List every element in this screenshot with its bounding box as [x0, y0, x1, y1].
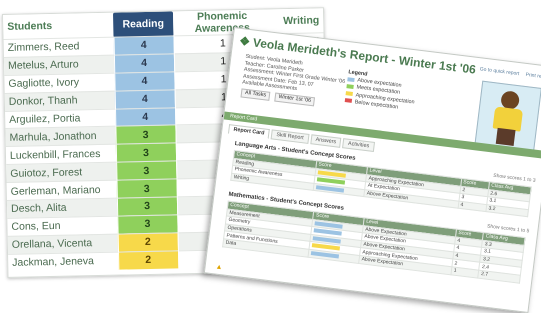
writing-column-header[interactable]: Writing [270, 8, 324, 34]
reading-score: 4 [114, 71, 175, 91]
avatar-legs [495, 127, 516, 146]
reading-score: 4 [113, 35, 174, 56]
student-name[interactable]: Desch, Alita [6, 198, 118, 219]
student-name[interactable]: Orellana, Vicenta [7, 233, 119, 255]
student-name[interactable]: Guiotoz, Forest [6, 162, 117, 183]
student-name[interactable]: Zimmers, Reed [3, 37, 114, 58]
legend-swatch [346, 84, 354, 89]
student-name[interactable]: Marhula, Jonathon [5, 126, 116, 147]
student-name[interactable]: Metelus, Arturo [3, 55, 115, 76]
reading-score: 2 [118, 250, 179, 270]
student-name[interactable]: Donkor, Thanh [4, 90, 116, 112]
reading-score: 4 [114, 89, 175, 109]
report-icon: ❖ [238, 33, 251, 50]
report-actions: Go to quick report Print report [474, 66, 541, 81]
score-bar [311, 251, 340, 259]
reading-score: 3 [116, 179, 177, 199]
print-report-link[interactable]: Print report [525, 72, 541, 81]
all-tasks-button[interactable]: All Tasks [240, 88, 271, 101]
legend-swatch [344, 98, 353, 104]
quick-report-link[interactable]: Go to quick report [479, 66, 519, 77]
math-table: Concept Score Level Score Class Avg Measureme… [222, 201, 526, 284]
tab-activities[interactable]: Activities [342, 138, 375, 152]
warning-icon: ▲ [215, 263, 223, 272]
student-report-card: ❖Veola Merideth's Report - Winter 1st '0… [203, 27, 541, 313]
score-bar [315, 184, 344, 193]
student-name[interactable]: Arguilez, Portia [5, 108, 116, 129]
reading-score: 3 [116, 161, 177, 181]
tab-answers[interactable]: Answers [310, 134, 342, 148]
reading-score: 3 [117, 214, 178, 234]
reading-score: 3 [115, 143, 177, 163]
students-column-header[interactable]: Students [3, 12, 114, 40]
reading-score: 4 [115, 107, 176, 127]
student-name[interactable]: Gerleman, Mariano [6, 180, 117, 201]
report-meta: Student: Veola Merideth Teacher: Carolin… [240, 54, 348, 110]
student-name[interactable]: Luckenbill, Frances [5, 144, 117, 165]
tab-report-card[interactable]: Report Card [227, 124, 270, 140]
reading-score: 3 [116, 196, 178, 217]
legend: Legend Above expectation Meets expectatio… [344, 69, 417, 113]
student-name[interactable]: Jackman, Jeneva [8, 251, 119, 272]
student-avatar [474, 80, 541, 152]
student-name[interactable]: Gagliotte, Ivory [4, 72, 115, 94]
warning-line: ▲ [215, 264, 225, 272]
reading-score: 3 [115, 125, 176, 145]
student-name[interactable]: Cons, Eun [7, 216, 118, 237]
legend-swatch [345, 91, 353, 97]
legend-swatch [347, 77, 355, 82]
reading-score: 4 [113, 53, 175, 73]
reading-score: 2 [117, 232, 178, 252]
reading-column-header[interactable]: Reading [112, 11, 174, 38]
tab-skill-report[interactable]: Skill Report [270, 129, 310, 144]
